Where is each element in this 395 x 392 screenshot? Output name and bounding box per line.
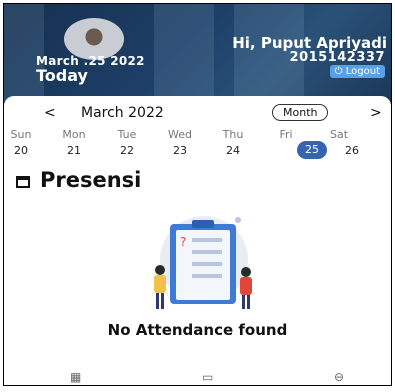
view-mode-toggle[interactable]: Month (272, 104, 329, 121)
logout-button[interactable]: ⏻ Logout (329, 65, 385, 78)
empty-message: No Attendance found (107, 321, 288, 339)
weekday-label: Tue (117, 128, 137, 141)
app-screen: March .25 2022 Today Hi, Puput Apriyadi … (3, 3, 392, 386)
next-month-button[interactable]: > (370, 105, 382, 121)
calendar-strip: < March 2022 Month > Sun Mon Tue Wed Thu… (4, 96, 391, 166)
weekday-label: Sat (329, 128, 349, 141)
grid-icon[interactable]: ▦ (70, 370, 81, 384)
today-label: Today (36, 66, 88, 85)
day-cell[interactable]: 26 (334, 144, 370, 157)
day-cell[interactable]: 24 (215, 144, 251, 157)
profile-icon[interactable]: ⊖ (334, 370, 344, 384)
section-title: Presensi (40, 168, 142, 192)
weekday-label: Thu (222, 128, 244, 141)
prev-month-button[interactable]: < (44, 105, 56, 121)
day-cell[interactable]: 20 (4, 144, 39, 157)
empty-state-illustration: ? (154, 216, 252, 309)
weekday-label: Fri (279, 128, 293, 141)
month-year-label: March 2022 (81, 105, 164, 121)
background-building (154, 4, 214, 108)
profile-header: March .25 2022 Today Hi, Puput Apriyadi … (4, 4, 391, 108)
student-id: 2015142337 (289, 50, 385, 65)
weekday-label: Sun (10, 128, 32, 141)
svg-text:?: ? (180, 235, 186, 249)
day-cell-selected[interactable]: 25 (297, 141, 327, 159)
calendar-icon[interactable]: ▭ (202, 370, 213, 384)
weekday-label: Wed (168, 128, 192, 141)
weekday-label: Mon (62, 128, 86, 141)
day-cell[interactable]: 22 (109, 144, 145, 157)
calendar-icon (16, 176, 30, 188)
day-cell[interactable]: 21 (56, 144, 92, 157)
day-cell[interactable]: 23 (162, 144, 198, 157)
